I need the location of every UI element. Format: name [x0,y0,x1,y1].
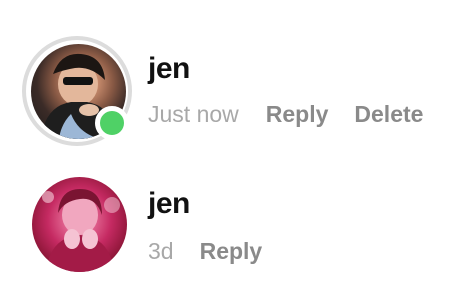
reply-button[interactable]: Reply [266,103,329,126]
comment-item: jen 3d Reply [0,145,454,287]
comment-username[interactable]: jen [148,189,190,219]
avatar[interactable] [32,177,127,272]
online-status-icon [95,106,129,140]
reply-button[interactable]: Reply [200,240,263,263]
comment-meta: 3d Reply [148,240,262,263]
comment-timestamp: Just now [148,101,239,127]
comment-item: jen Just now Reply Delete [0,0,454,146]
comment-meta: Just now Reply Delete [148,103,423,126]
comment-timestamp: 3d [148,238,174,264]
delete-button[interactable]: Delete [354,103,423,126]
avatar-photo [42,189,120,272]
comment-username[interactable]: jen [148,54,190,84]
